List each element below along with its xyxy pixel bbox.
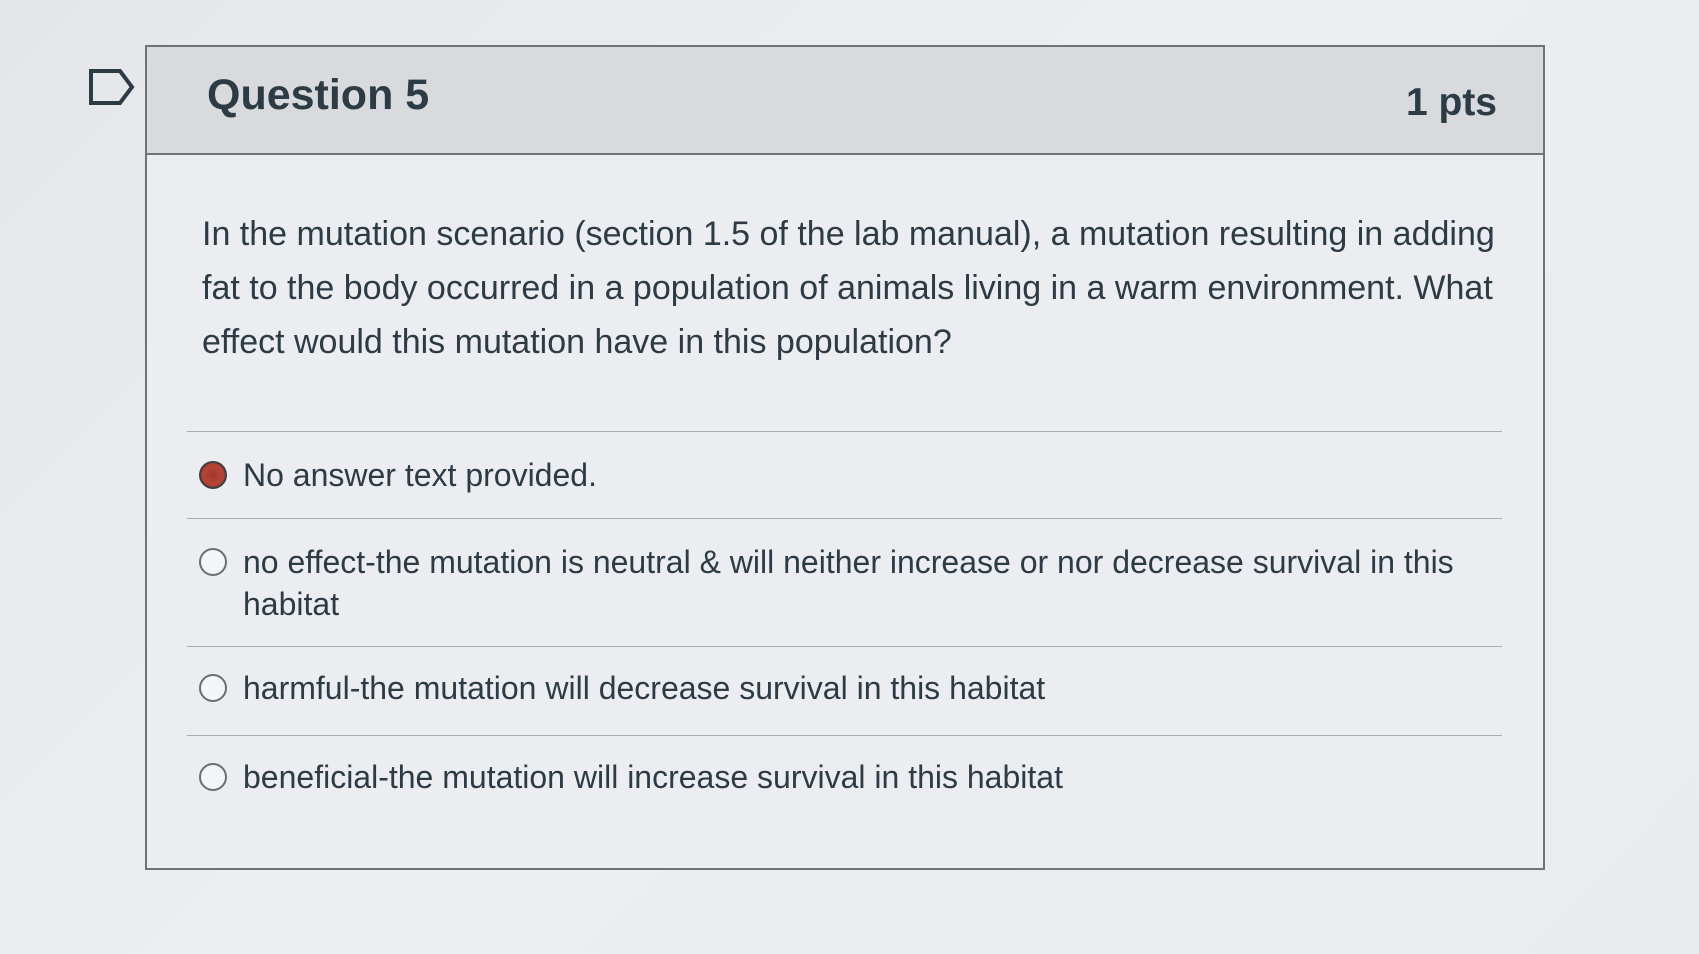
question-card: Question 5 1 pts In the mutation scenari… — [145, 45, 1545, 870]
radio-button[interactable] — [199, 763, 227, 791]
answer-option-2[interactable]: no effect-the mutation is neutral & will… — [187, 518, 1502, 646]
question-title: Question 5 — [207, 71, 430, 119]
radio-button[interactable] — [199, 674, 227, 702]
answer-option-3[interactable]: harmful-the mutation will decrease survi… — [187, 646, 1502, 735]
answer-label: beneficial-the mutation will increase su… — [243, 759, 1063, 795]
question-header: Question 5 1 pts — [147, 47, 1543, 155]
answer-label: harmful-the mutation will decrease survi… — [243, 670, 1046, 706]
radio-button-selected[interactable] — [199, 461, 227, 489]
answer-option-1[interactable]: No answer text provided. — [187, 431, 1502, 518]
question-text: In the mutation scenario (section 1.5 of… — [202, 215, 1495, 361]
answer-option-4[interactable]: beneficial-the mutation will increase su… — [187, 735, 1502, 825]
radio-button[interactable] — [199, 548, 227, 576]
answer-label: no effect-the mutation is neutral & will… — [243, 544, 1454, 622]
question-points: 1 pts — [1405, 81, 1497, 124]
answer-list: No answer text provided. no effect-the m… — [187, 431, 1502, 825]
answer-label: No answer text provided. — [243, 457, 597, 493]
flag-question-icon[interactable] — [88, 67, 136, 107]
